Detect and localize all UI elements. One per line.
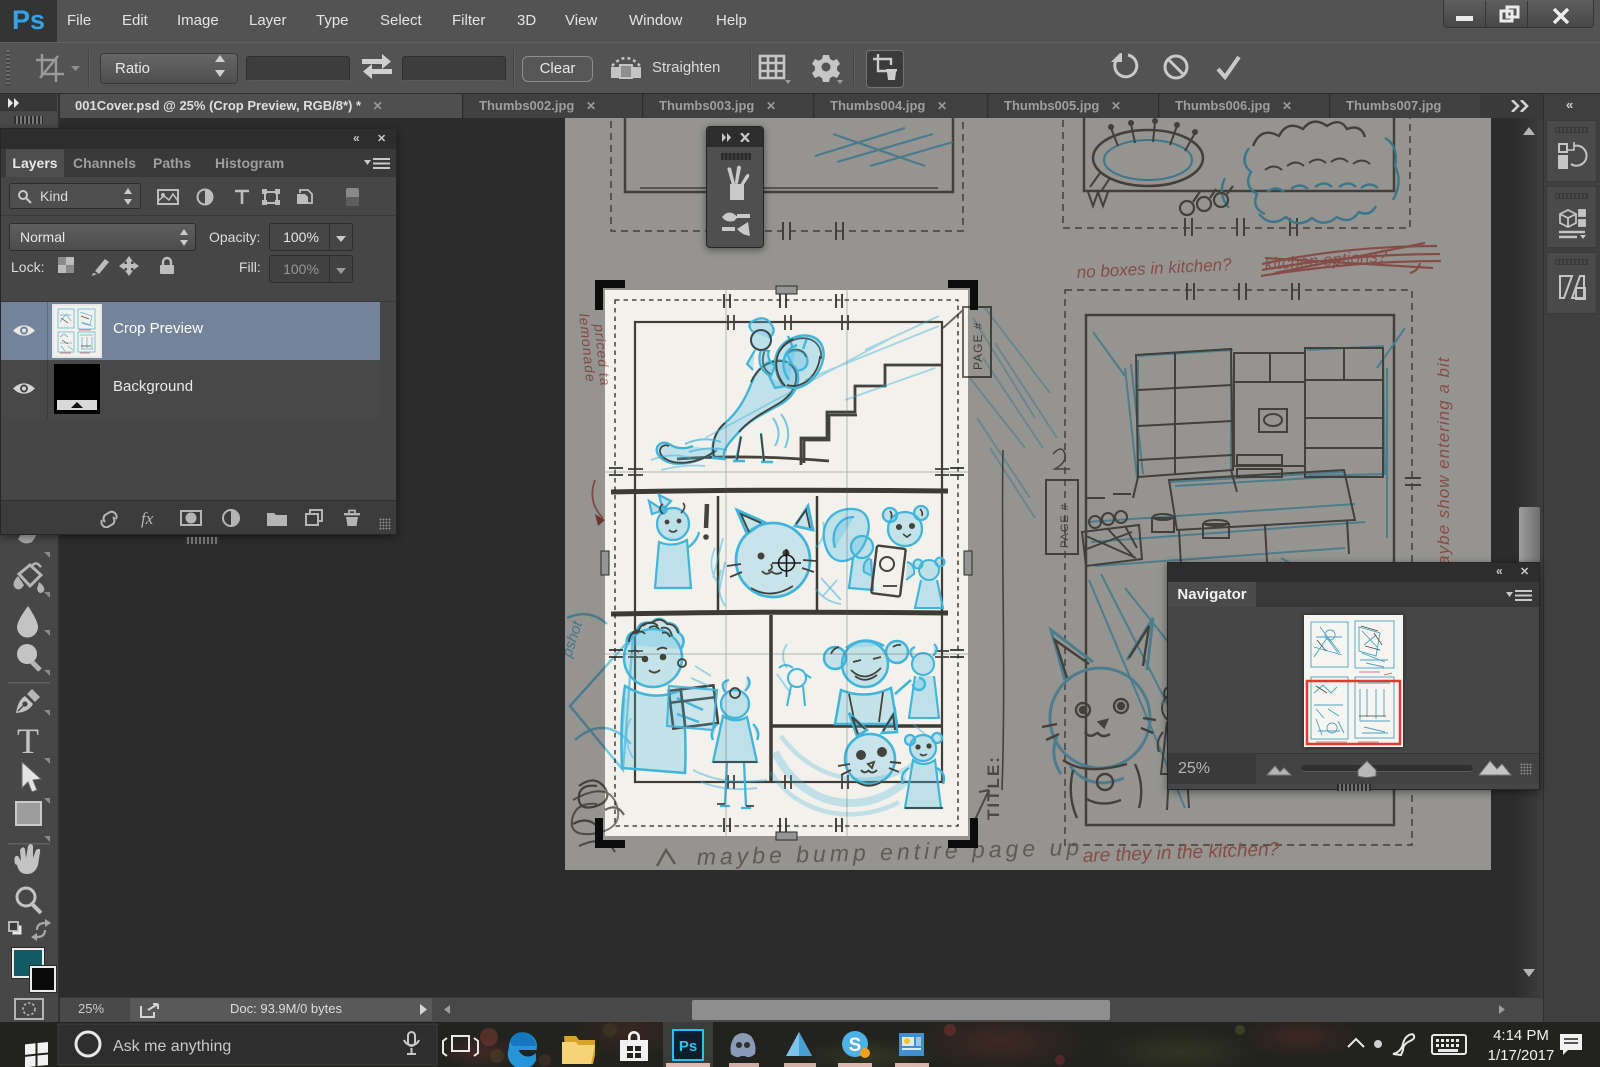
svg-text:Ask me anything: Ask me anything bbox=[113, 1038, 231, 1055]
svg-text:4:14 PM: 4:14 PM bbox=[1493, 1027, 1549, 1044]
svg-text:S: S bbox=[849, 1035, 862, 1056]
svg-text:T: T bbox=[17, 721, 39, 761]
svg-text:fx: fx bbox=[141, 509, 154, 528]
svg-text:Ps: Ps bbox=[679, 1038, 697, 1055]
svg-text:1/17/2017: 1/17/2017 bbox=[1488, 1047, 1555, 1064]
